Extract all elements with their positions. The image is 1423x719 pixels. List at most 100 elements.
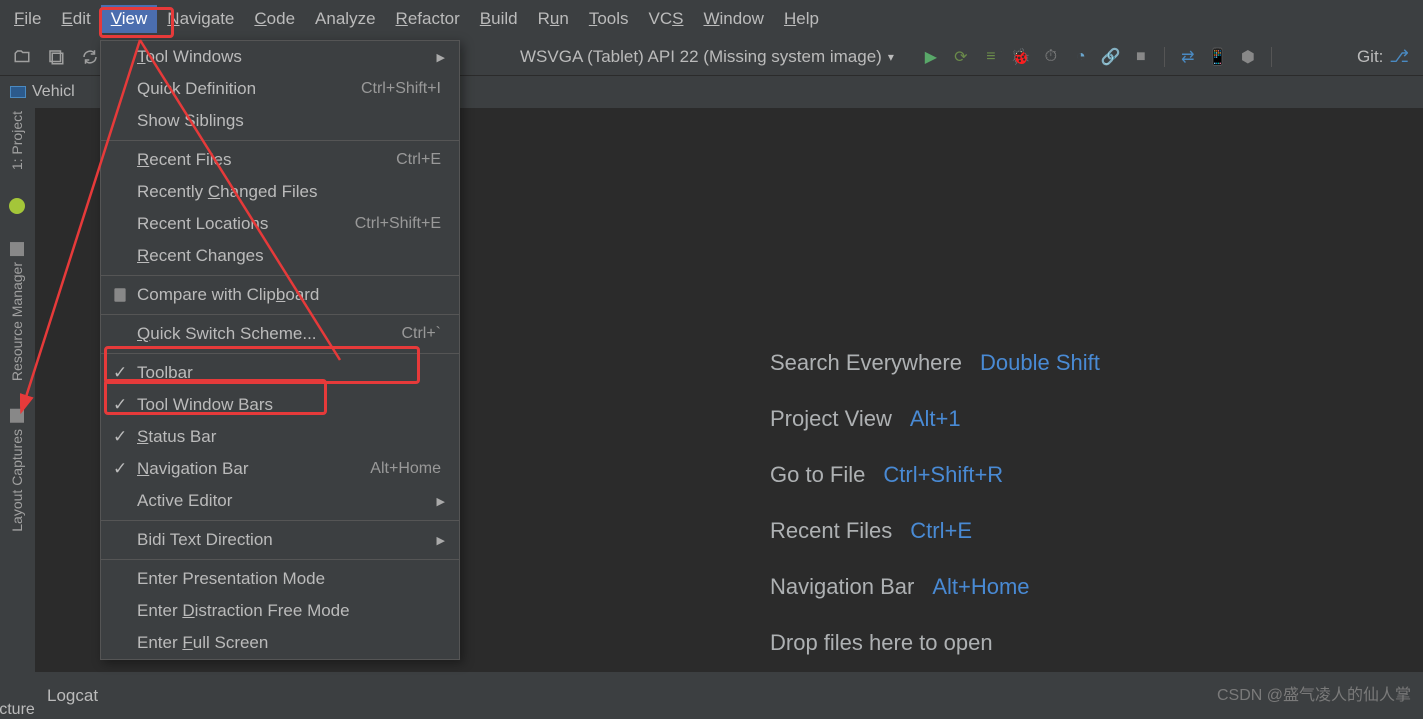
separator bbox=[101, 353, 459, 354]
menu-item-label: Compare with Clipboard bbox=[137, 285, 441, 305]
watermark: CSDN @盛气凌人的仙人掌 bbox=[1217, 681, 1411, 705]
menu-item-recently-changed-files[interactable]: Recently Changed Files bbox=[101, 176, 459, 208]
welcome-shortcut: Alt+Home bbox=[932, 574, 1029, 600]
menu-navigate[interactable]: Navigate bbox=[157, 5, 244, 33]
menu-item-enter-presentation-mode[interactable]: Enter Presentation Mode bbox=[101, 563, 459, 595]
welcome-row: Search Everywhere Double Shift bbox=[770, 350, 1100, 376]
welcome-panel: Search Everywhere Double Shift Project Vie… bbox=[770, 350, 1100, 656]
menu-item-label: Recently Changed Files bbox=[137, 182, 441, 202]
welcome-row: Recent FilesCtrl+E bbox=[770, 518, 1100, 544]
welcome-text: Go to File bbox=[770, 462, 865, 488]
shortcut-label: Ctrl+Shift+I bbox=[361, 80, 441, 98]
check-icon: ✓ bbox=[113, 427, 127, 447]
welcome-text: Recent Files bbox=[770, 518, 892, 544]
separator bbox=[101, 140, 459, 141]
menu-vcs[interactable]: VCS bbox=[639, 5, 694, 33]
attach-icon[interactable]: 🔗 bbox=[1098, 43, 1124, 71]
menu-item-enter-full-screen[interactable]: Enter Full Screen bbox=[101, 627, 459, 659]
debug-icon[interactable]: 🐞 bbox=[1008, 43, 1034, 71]
menu-view[interactable]: View bbox=[101, 5, 158, 33]
separator bbox=[101, 559, 459, 560]
menu-item-active-editor[interactable]: Active Editor▶ bbox=[101, 485, 459, 517]
menu-item-compare-with-clipboard[interactable]: Compare with Clipboard bbox=[101, 279, 459, 311]
sidebar-item-layout-captures[interactable]: Layout Captures bbox=[9, 409, 25, 532]
menu-analyze[interactable]: Analyze bbox=[305, 5, 385, 33]
menu-help[interactable]: Help bbox=[774, 5, 829, 33]
menu-item-label: Show Siblings bbox=[137, 111, 441, 131]
shortcut-label: Ctrl+Shift+E bbox=[355, 215, 441, 233]
menu-item-navigation-bar[interactable]: ✓Navigation BarAlt+Home bbox=[101, 453, 459, 485]
menu-item-show-siblings[interactable]: Show Siblings bbox=[101, 105, 459, 137]
menu-item-label: Quick Switch Scheme... bbox=[137, 324, 401, 344]
menu-tools[interactable]: Tools bbox=[579, 5, 639, 33]
menu-item-quick-definition[interactable]: Quick DefinitionCtrl+Shift+I bbox=[101, 73, 459, 105]
file-icon bbox=[10, 86, 26, 98]
menu-code[interactable]: Code bbox=[244, 5, 305, 33]
menu-item-label: Bidi Text Direction bbox=[137, 530, 441, 550]
stop-icon[interactable]: ■ bbox=[1128, 43, 1154, 71]
sidebar-item-resource-manager[interactable]: Resource Manager bbox=[9, 242, 25, 381]
device-selector-label: WSVGA (Tablet) API 22 (Missing system im… bbox=[520, 47, 882, 67]
check-icon: ✓ bbox=[113, 363, 127, 383]
menu-item-label: Recent Changes bbox=[137, 246, 441, 266]
menu-item-status-bar[interactable]: ✓ Status Bar bbox=[101, 421, 459, 453]
menu-refactor[interactable]: Refactor bbox=[386, 5, 470, 33]
welcome-row: Go to File Ctrl+Shift+R bbox=[770, 462, 1100, 488]
git-branch-icon: ⎇ bbox=[1389, 47, 1409, 67]
welcome-row: Navigation Bar Alt+Home bbox=[770, 574, 1100, 600]
menu-item-label: Active Editor bbox=[137, 491, 441, 511]
menu-item-label: Navigation Bar bbox=[137, 459, 370, 479]
sidebar-item-structure[interactable]: cture bbox=[0, 701, 35, 719]
git-label[interactable]: Git: ⎇ bbox=[1351, 47, 1415, 67]
welcome-text: Search Everywhere bbox=[770, 350, 962, 376]
menu-item-label: Tool Window Bars bbox=[137, 395, 441, 415]
open-icon[interactable] bbox=[8, 43, 36, 71]
menu-item-bidi-text-direction[interactable]: Bidi Text Direction▶ bbox=[101, 524, 459, 556]
shortcut-label: Alt+Home bbox=[370, 460, 441, 478]
welcome-shortcut: Ctrl+Shift+R bbox=[883, 462, 1003, 488]
android-icon[interactable] bbox=[9, 198, 25, 214]
menu-file[interactable]: File bbox=[4, 5, 51, 33]
menu-edit[interactable]: Edit bbox=[51, 5, 100, 33]
apply-code-icon[interactable]: ≡ bbox=[978, 43, 1004, 71]
bottombar-logcat[interactable]: Logcat bbox=[47, 686, 98, 706]
menu-item-label: Enter Distraction Free Mode bbox=[137, 601, 441, 621]
shortcut-label: Ctrl+` bbox=[401, 325, 441, 343]
avd-icon[interactable]: 📱 bbox=[1205, 43, 1231, 71]
capture-icon bbox=[10, 409, 24, 423]
menu-build[interactable]: Build bbox=[470, 5, 528, 33]
menu-item-tool-window-bars[interactable]: ✓Tool Window Bars bbox=[101, 389, 459, 421]
menu-item-quick-switch-scheme[interactable]: Quick Switch Scheme...Ctrl+` bbox=[101, 318, 459, 350]
menu-item-recent-locations[interactable]: Recent LocationsCtrl+Shift+E bbox=[101, 208, 459, 240]
sdk-icon[interactable]: ⬢ bbox=[1235, 43, 1261, 71]
welcome-text: Navigation Bar bbox=[770, 574, 914, 600]
separator bbox=[101, 275, 459, 276]
tab-vehicle[interactable]: Vehicl bbox=[10, 83, 75, 101]
device-selector[interactable]: WSVGA (Tablet) API 22 (Missing system im… bbox=[510, 43, 904, 71]
welcome-row: Drop files here to open bbox=[770, 630, 1100, 656]
menu-item-recent-changes[interactable]: Recent Changes bbox=[101, 240, 459, 272]
menu-item-tool-windows[interactable]: Tool Windows▶ bbox=[101, 41, 459, 73]
profile-icon[interactable]: ⏱ bbox=[1038, 43, 1064, 71]
menu-run[interactable]: Run bbox=[528, 5, 579, 33]
coverage-icon[interactable]: ◔ bbox=[1068, 43, 1094, 71]
apply-changes-icon[interactable]: ⟳ bbox=[948, 43, 974, 71]
menu-item-label: Status Bar bbox=[137, 427, 441, 447]
sidebar-item-project[interactable]: 1: Project bbox=[9, 111, 25, 170]
run-icon[interactable]: ▶ bbox=[918, 43, 944, 71]
save-all-icon[interactable] bbox=[42, 43, 70, 71]
toolbar-right: ▶ ⟳ ≡ 🐞 ⏱ ◔ 🔗 ■ ⇄ 📱 ⬢ bbox=[918, 43, 1278, 71]
clipboard-icon bbox=[111, 286, 129, 304]
menu-item-recent-files[interactable]: Recent FilesCtrl+E bbox=[101, 144, 459, 176]
welcome-shortcut: Double Shift bbox=[980, 350, 1100, 376]
left-sidebar-bottom: cture bbox=[0, 701, 34, 719]
menu-item-toolbar[interactable]: ✓Toolbar bbox=[101, 357, 459, 389]
submenu-arrow-icon: ▶ bbox=[437, 51, 445, 64]
menu-item-label: Recent Locations bbox=[137, 214, 355, 234]
left-sidebar: 1: Project Resource Manager Layout Captu… bbox=[0, 108, 34, 671]
separator bbox=[101, 520, 459, 521]
menu-item-enter-distraction-free-mode[interactable]: Enter Distraction Free Mode bbox=[101, 595, 459, 627]
welcome-row: Project ViewAlt+1 bbox=[770, 406, 1100, 432]
sync-icon[interactable]: ⇄ bbox=[1175, 43, 1201, 71]
menu-window[interactable]: Window bbox=[693, 5, 773, 33]
